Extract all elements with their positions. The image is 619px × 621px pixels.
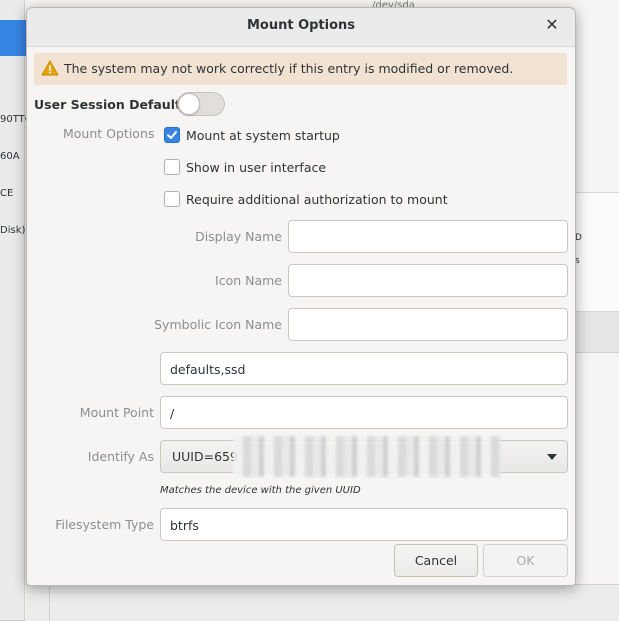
identify-as-value: UUID=659	[172, 449, 238, 464]
chevron-down-icon	[547, 454, 557, 460]
mount-options-label: Mount Options	[63, 126, 155, 141]
background-panel	[575, 192, 619, 312]
filesystem-type-label: Filesystem Type	[55, 517, 154, 532]
mount-point-label: Mount Point	[79, 405, 154, 420]
checkmark-icon	[167, 131, 177, 139]
symbolic-icon-name-input[interactable]	[288, 308, 568, 341]
show-in-ui-row[interactable]: Show in user interface	[164, 158, 326, 176]
mount-point-input[interactable]: /	[160, 396, 568, 429]
icon-name-input[interactable]	[288, 264, 568, 297]
mount-at-startup-label: Mount at system startup	[186, 127, 340, 143]
background-band	[575, 312, 619, 353]
background-panel-text: D	[575, 233, 582, 243]
require-auth-row[interactable]: Require additional authorization to moun…	[164, 190, 448, 208]
mount-at-startup-row[interactable]: Mount at system startup	[164, 126, 340, 144]
display-name-label: Display Name	[195, 229, 282, 244]
ok-button[interactable]: OK	[483, 544, 568, 577]
switch-knob	[178, 93, 200, 115]
warning-triangle-icon	[41, 60, 59, 76]
require-auth-checkbox[interactable]	[164, 191, 180, 207]
redacted-uuid	[233, 436, 501, 477]
background-sidebar-text: 60A	[0, 151, 20, 162]
cancel-button[interactable]: Cancel	[394, 544, 478, 577]
close-icon[interactable]: ✕	[543, 16, 561, 34]
mount-options-dialog: Mount Options ✕ The system may not work …	[26, 7, 576, 586]
background-sidebar-text: CE	[0, 188, 14, 199]
background-divider	[49, 584, 50, 620]
identify-as-dropdown[interactable]: UUID=659	[160, 436, 568, 477]
background-selected-item	[0, 20, 26, 56]
warning-text: The system may not work correctly if thi…	[64, 61, 514, 76]
identify-as-label: Identify As	[87, 449, 154, 464]
user-session-defaults-switch[interactable]	[177, 92, 225, 116]
mount-options-input[interactable]: defaults,ssd	[160, 352, 568, 385]
background-bottom-bar	[26, 584, 619, 621]
identify-as-hint: Matches the device with the given UUID	[160, 485, 361, 496]
symbolic-icon-name-label: Symbolic Icon Name	[154, 317, 282, 332]
background-sidebar-text: Disk)	[0, 225, 26, 236]
user-session-defaults-label: User Session Defaults	[34, 97, 189, 112]
dialog-titlebar: Mount Options ✕	[27, 8, 575, 47]
show-in-ui-checkbox[interactable]	[164, 159, 180, 175]
icon-name-label: Icon Name	[215, 273, 282, 288]
background-sidebar	[0, 0, 25, 620]
show-in-ui-label: Show in user interface	[186, 159, 327, 175]
mount-at-startup-checkbox[interactable]	[164, 127, 180, 143]
warning-banner: The system may not work correctly if thi…	[34, 53, 567, 85]
dialog-title: Mount Options	[246, 18, 356, 33]
require-auth-label: Require additional authorization to moun…	[186, 191, 448, 207]
display-name-input[interactable]	[288, 220, 568, 253]
filesystem-type-input[interactable]: btrfs	[160, 508, 568, 541]
